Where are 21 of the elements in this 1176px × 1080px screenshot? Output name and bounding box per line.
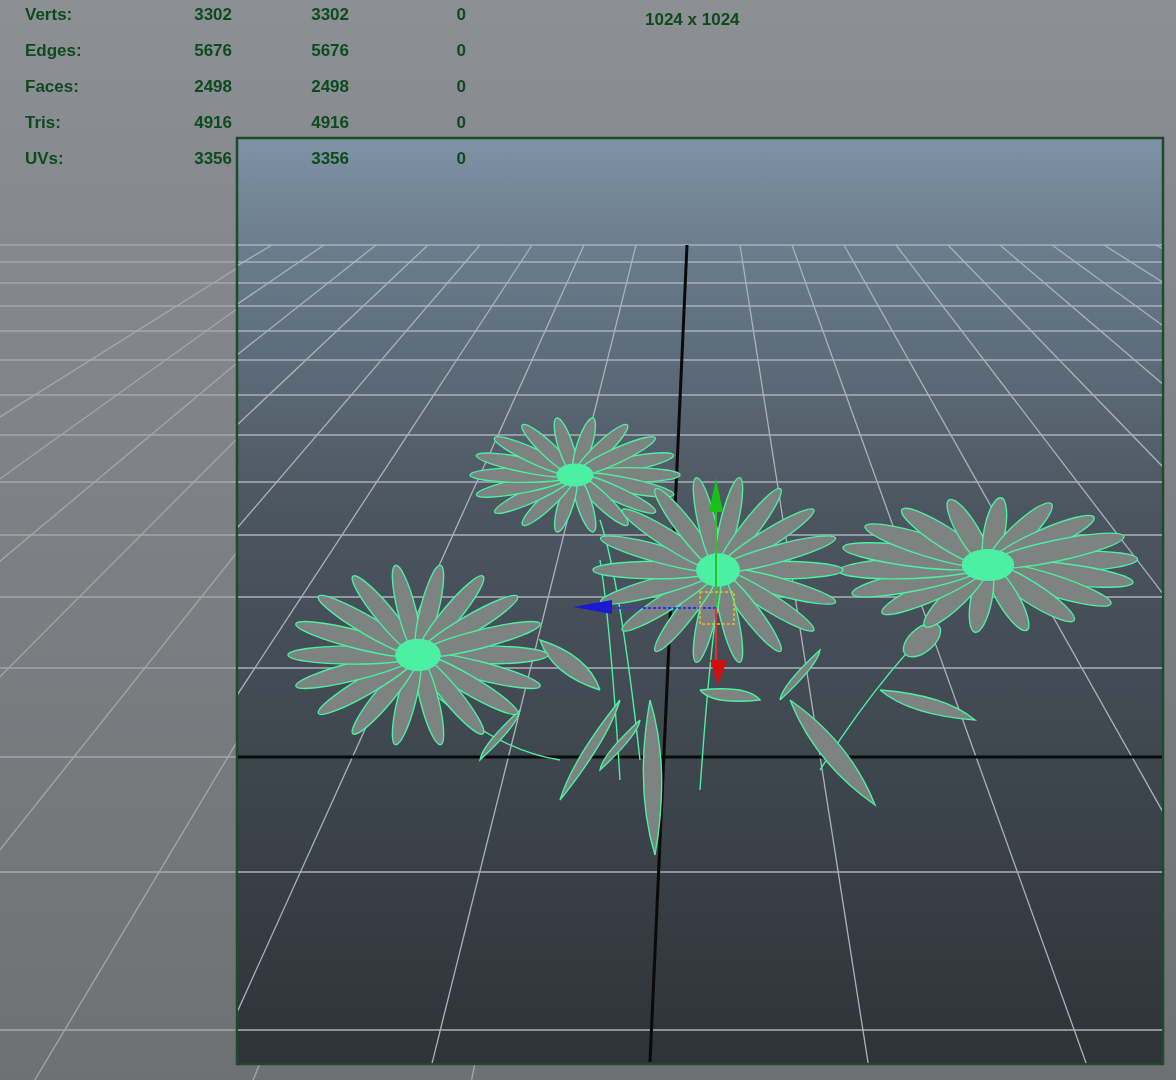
stat-label: Verts: [25,4,74,27]
stat-value: 5676 [310,40,349,63]
stat-value: 3302 [193,4,232,27]
stat-label: Tris: [25,112,62,135]
stat-label: UVs: [25,148,65,171]
stat-label: Edges: [25,40,83,63]
stat-value: 0 [455,4,466,27]
stat-value: 2498 [193,76,232,99]
resolution-label: 1024 x 1024 [645,9,740,31]
stat-label: Faces: [25,76,80,99]
stat-value: 4916 [310,112,349,135]
stat-value: 0 [455,148,466,171]
stat-value: 3356 [193,148,232,171]
stat-value: 0 [455,76,466,99]
stat-value: 0 [455,112,466,135]
stat-value: 3302 [310,4,349,27]
stat-value: 3356 [310,148,349,171]
stat-value: 5676 [193,40,232,63]
stat-value: 4916 [193,112,232,135]
stat-value: 2498 [310,76,349,99]
stat-value: 0 [455,40,466,63]
